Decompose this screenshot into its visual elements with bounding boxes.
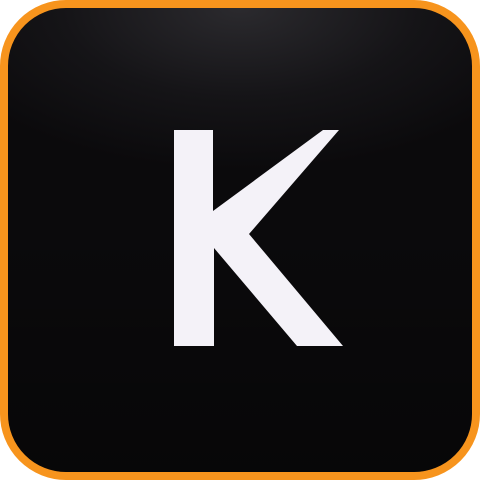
letter-k-glyph [174,130,343,346]
letter-k-shape [174,130,343,346]
app-icon[interactable]: K [0,0,480,480]
